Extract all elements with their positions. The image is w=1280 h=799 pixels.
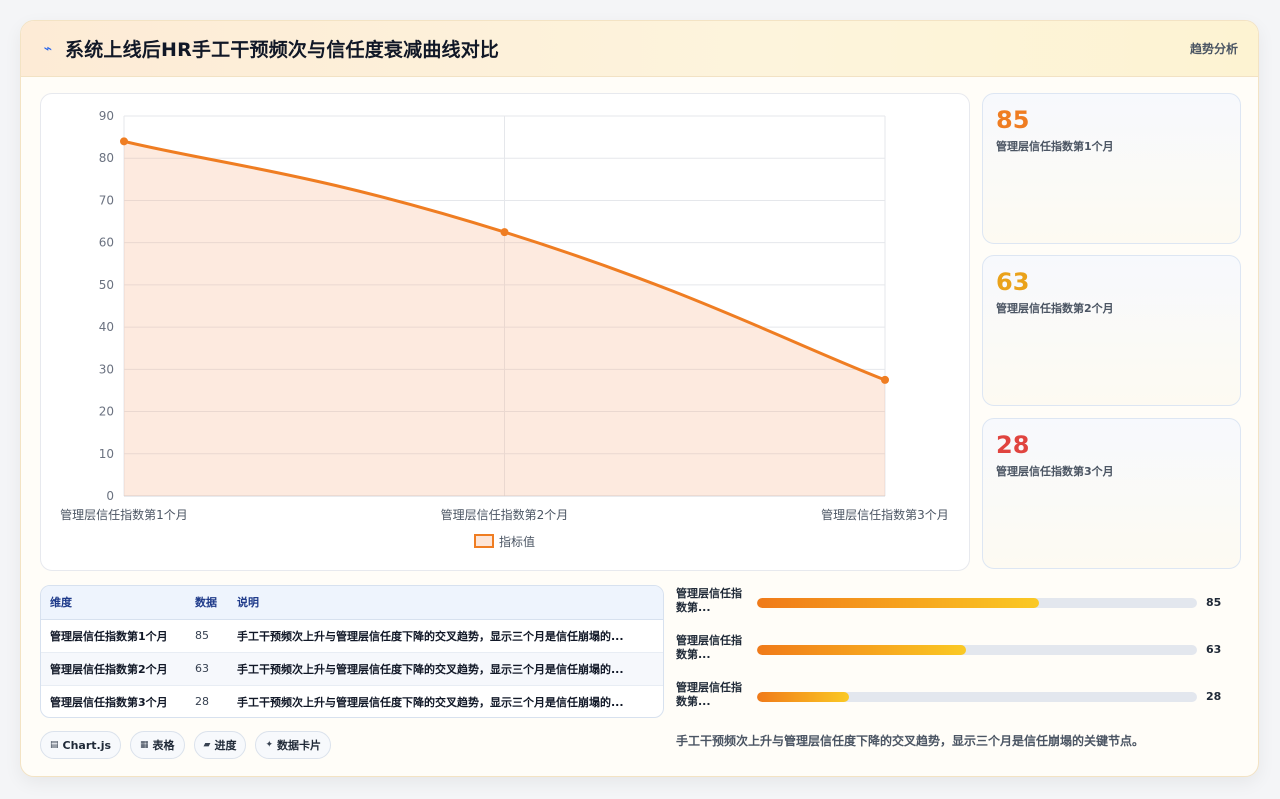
y-tick-label: 70 [99, 193, 114, 207]
table-cell: 28 [195, 695, 209, 709]
progress-value: 28 [1206, 690, 1222, 703]
chip-data-card[interactable]: ✦ 数据卡片 [255, 731, 332, 759]
table-cell: 管理层信任指数第1个月 [41, 619, 186, 653]
progress-fill [757, 692, 850, 702]
y-tick-label: 60 [99, 236, 114, 250]
y-tick-label: 10 [99, 447, 114, 461]
progress-label: 管理层信任指 数第... [676, 681, 742, 708]
column-header[interactable]: 维度 [41, 586, 186, 620]
stat-card-3: 28 管理层信任指数第3个月 [982, 418, 1241, 569]
page-title: 系统上线后HR手工干预频次与信任度衰减曲线对比 [65, 39, 500, 61]
progress-track [757, 598, 1197, 608]
progress-fill [757, 645, 966, 655]
column-header[interactable]: 数据 [186, 586, 228, 620]
progress-fill [757, 598, 1039, 608]
chip-progress[interactable]: ▰ 进度 [193, 731, 247, 759]
chart-icon: ▤ [50, 740, 59, 750]
y-tick-label: 30 [99, 362, 114, 376]
table-cell: 手工干预频次上升与管理层信任度下降的交叉趋势，显示三个月是信任崩塌的... [228, 652, 663, 686]
x-tick-label: 管理层信任指数第1个月 [60, 507, 188, 522]
chip-label: 进度 [214, 739, 237, 752]
chip-label: Chart.js [62, 738, 112, 752]
table-row: 管理层信任指数第2个月 63 手工干预频次上升与管理层信任度下降的交叉趋势，显示… [41, 652, 663, 686]
legend-swatch [474, 534, 494, 548]
progress-label: 管理层信任指 数第... [676, 587, 742, 614]
chip-label: 数据卡片 [277, 739, 322, 752]
stat-card-1: 85 管理层信任指数第1个月 [982, 93, 1241, 244]
data-point [120, 137, 128, 146]
chart-panel: 0 10 20 30 40 50 60 70 80 90 管理层信任指数第1个月 管理层信任指数第2个… [40, 93, 970, 571]
legend-label: 指标值 [499, 534, 535, 549]
table-cell: 85 [186, 619, 228, 653]
progress-row: 管理层信任指 数第... 85 [676, 587, 1236, 634]
progress-track [757, 692, 1197, 702]
table-row: 管理层信任指数第3个月 28 手工干预频次上升与管理层信任度下降的交叉趋势，显示… [41, 685, 663, 717]
data-point [881, 375, 889, 384]
table-cell: 管理层信任指数第3个月 [50, 695, 168, 709]
table-cell: 手工干预频次上升与管理层信任度下降的交叉趋势，显示三个月是信任崩塌的... [237, 695, 624, 709]
feature-chips: ▤ Chart.js ▦ 表格 ▰ 进度 ✦ 数据卡片 [40, 731, 332, 759]
y-tick-label: 90 [99, 109, 114, 123]
chip-label: 表格 [152, 739, 175, 752]
y-tick-label: 0 [106, 489, 114, 503]
header-tag: 趋势分析 [1189, 42, 1238, 56]
progress-label: 管理层信任指 数第... [676, 634, 742, 661]
stat-value: 28 [996, 431, 1030, 459]
progress-value: 85 [1206, 596, 1222, 609]
table-cell: 63 [186, 652, 228, 686]
progress-row: 管理层信任指 数第... 63 [676, 634, 1236, 681]
stat-value: 85 [996, 106, 1030, 134]
y-tick-label: 50 [99, 278, 114, 292]
column-header[interactable]: 说明 [228, 586, 663, 620]
y-tick-label: 40 [99, 320, 114, 334]
header: ⌁ 系统上线后HR手工干预频次与信任度衰减曲线对比 趋势分析 [21, 21, 1258, 77]
table-cell: 管理层信任指数第2个月 [41, 652, 186, 686]
x-tick-label: 管理层信任指数第2个月 [441, 507, 569, 522]
chip-table[interactable]: ▦ 表格 [130, 731, 185, 759]
progress-value: 63 [1206, 643, 1222, 656]
data-point [500, 228, 509, 237]
table-cell: 手工干预频次上升与管理层信任度下降的交叉趋势，显示三个月是信任崩塌的... [228, 619, 663, 653]
stat-label: 管理层信任指数第3个月 [996, 465, 1114, 478]
title-wrap: ⌁ 系统上线后HR手工干预频次与信任度衰减曲线对比 [41, 35, 499, 62]
stat-label: 管理层信任指数第1个月 [996, 140, 1114, 153]
trend-icon: ⌁ [43, 40, 53, 57]
table-header-row: 维度 数据 说明 [41, 586, 663, 620]
data-table: 维度 数据 说明 管理层信任指数第1个月 85 手工干预频次上升与管理层信任度下… [40, 585, 664, 718]
chip-chartjs[interactable]: ▤ Chart.js [40, 731, 122, 759]
stat-label: 管理层信任指数第2个月 [996, 302, 1114, 315]
line-chart[interactable]: 0 10 20 30 40 50 60 70 80 90 管理层信任指数第1个月 管理层信任指数第2个… [41, 94, 971, 572]
table-row: 管理层信任指数第1个月 85 手工干预频次上升与管理层信任度下降的交叉趋势，显示… [41, 619, 663, 653]
table-icon: ▦ [140, 740, 149, 750]
progress-track [757, 645, 1197, 655]
progress-row: 管理层信任指 数第... 28 [676, 681, 1236, 728]
y-tick-label: 80 [99, 151, 114, 165]
stat-value: 63 [996, 268, 1030, 296]
card-icon: ✦ [265, 740, 274, 750]
dashboard-card: ⌁ 系统上线后HR手工干预频次与信任度衰减曲线对比 趋势分析 0 10 20 30 40… [20, 20, 1259, 777]
progress-icon: ▰ [203, 740, 211, 750]
stat-card-2: 63 管理层信任指数第2个月 [982, 255, 1241, 406]
progress-bars: 管理层信任指 数第... 85 管理层信任指 数第... 63 管理层信任指 数第..… [676, 587, 1236, 728]
summary-text: 手工干预频次上升与管理层信任度下降的交叉趋势，显示三个月是信任崩塌的关键节点。 [676, 734, 1145, 748]
y-tick-label: 20 [99, 405, 114, 419]
x-tick-label: 管理层信任指数第3个月 [821, 507, 949, 522]
